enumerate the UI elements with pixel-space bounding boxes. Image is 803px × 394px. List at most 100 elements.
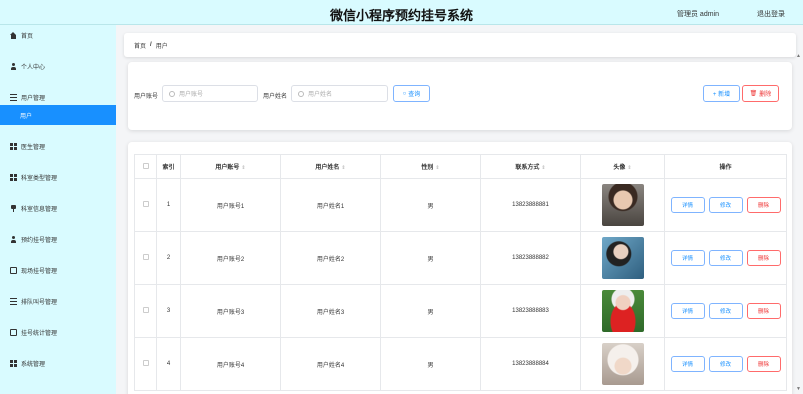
detail-button[interactable]: 详情: [670, 303, 705, 319]
scroll-up-arrow[interactable]: ▲: [796, 53, 801, 59]
box-icon: [10, 266, 17, 274]
sort-icon: ⇕: [341, 165, 346, 171]
avatar: [601, 343, 644, 385]
sidebar-item-home[interactable]: 首页: [0, 25, 116, 45]
scroll-down-arrow[interactable]: ▼: [796, 386, 801, 392]
row-phone: 13823888883: [480, 284, 581, 338]
col-account[interactable]: 用户账号 ⇕: [180, 154, 281, 179]
sidebar-item-statistics[interactable]: 挂号统计管理: [0, 322, 116, 342]
sidebar-item-onsite-registration[interactable]: 现场挂号管理: [0, 260, 116, 280]
table-panel: 索引 用户账号 ⇕ 用户姓名 ⇕ 性别 ⇕ 联系方式 ⇕ 头像 ⇕ 操作 1 用户账号1 …: [128, 142, 792, 394]
search-icon: [298, 90, 304, 97]
col-phone[interactable]: 联系方式 ⇕: [480, 154, 581, 179]
row-avatar-cell: [580, 284, 665, 338]
col-gender[interactable]: 性别 ⇕: [380, 154, 481, 179]
row-avatar-cell: [580, 337, 665, 391]
name-label: 用户姓名: [263, 94, 288, 100]
row-account: 用户账号3: [180, 284, 281, 338]
delete-button[interactable]: 删除: [746, 356, 781, 372]
delete-button[interactable]: 删除: [746, 303, 781, 319]
col-name[interactable]: 用户姓名 ⇕: [280, 154, 381, 179]
trash-icon: 🗑: [749, 91, 758, 97]
search-icon: ○: [402, 90, 407, 97]
row-account: 用户账号2: [180, 231, 281, 285]
sidebar-item-doctors[interactable]: 医生管理: [0, 136, 116, 156]
row-actions: 详情 修改 删除: [664, 178, 787, 232]
users-table: 索引 用户账号 ⇕ 用户姓名 ⇕ 性别 ⇕ 联系方式 ⇕ 头像 ⇕ 操作 1 用户账号1 …: [134, 154, 787, 391]
table-row: 3 用户账号3 用户姓名3 男 13823888883 详情 修改 删除: [134, 284, 787, 338]
row-name: 用户姓名1: [280, 178, 381, 232]
sidebar-item-label: 系统管理: [21, 361, 46, 368]
pin-icon: [10, 204, 17, 212]
row-gender: 男: [380, 337, 481, 391]
query-button[interactable]: ○ 查询: [393, 85, 430, 102]
sort-icon: ⇕: [435, 165, 440, 171]
grid-icon: [10, 359, 17, 367]
delete-button[interactable]: 删除: [746, 197, 781, 213]
table-row: 2 用户账号2 用户姓名2 男 13823888882 详情 修改 删除: [134, 231, 787, 285]
sidebar-item-users[interactable]: 用户: [0, 105, 116, 125]
row-checkbox[interactable]: [134, 231, 157, 285]
row-gender: 男: [380, 231, 481, 285]
name-search-input[interactable]: 用户姓名: [291, 85, 388, 102]
delete-button[interactable]: 删除: [746, 250, 781, 266]
sidebar-item-queue[interactable]: 排队叫号管理: [0, 291, 116, 311]
select-all-checkbox[interactable]: [134, 154, 157, 179]
breadcrumb-home[interactable]: 首页: [134, 41, 146, 50]
sidebar-item-label: 挂号统计管理: [21, 330, 58, 337]
row-account: 用户账号4: [180, 337, 281, 391]
account-search-input[interactable]: 用户账号: [162, 85, 258, 102]
batch-delete-button[interactable]: 🗑 删除: [742, 85, 779, 102]
row-checkbox[interactable]: [134, 337, 157, 391]
breadcrumb-current: 用户: [155, 43, 168, 50]
sidebar-item-profile[interactable]: 个人中心: [0, 56, 116, 76]
sidebar-item-user-management[interactable]: 用户管理: [0, 87, 116, 107]
home-icon: [10, 31, 17, 39]
current-user: 管理员 admin: [676, 11, 719, 18]
row-name: 用户姓名3: [280, 284, 381, 338]
sidebar: 首页 个人中心 用户管理 用户 医生管理 科室类型管理 科室信息管理 预约挂号管…: [0, 25, 116, 394]
sidebar-item-label: 用户管理: [21, 95, 46, 102]
col-avatar[interactable]: 头像 ⇕: [580, 154, 665, 179]
avatar: [601, 184, 644, 226]
breadcrumb-separator: /: [150, 42, 152, 48]
sidebar-item-label: 预约挂号管理: [21, 237, 58, 244]
sort-icon: ⇕: [627, 165, 632, 171]
sidebar-item-department-info[interactable]: 科室信息管理: [0, 198, 116, 218]
sidebar-item-label: 首页: [21, 33, 34, 40]
edit-button[interactable]: 修改: [708, 250, 743, 266]
sort-icon: ⇕: [241, 165, 246, 171]
edit-button[interactable]: 修改: [708, 303, 743, 319]
row-phone: 13823888882: [480, 231, 581, 285]
table-row: 4 用户账号4 用户姓名4 男 13823888884 详情 修改 删除: [134, 337, 787, 391]
sidebar-item-label: 科室类型管理: [21, 175, 58, 182]
sidebar-item-system[interactable]: 系统管理: [0, 353, 116, 373]
edit-button[interactable]: 修改: [708, 197, 743, 213]
row-avatar-cell: [580, 231, 665, 285]
row-index: 3: [156, 284, 181, 338]
row-checkbox[interactable]: [134, 178, 157, 232]
detail-button[interactable]: 详情: [670, 197, 705, 213]
row-gender: 男: [380, 284, 481, 338]
avatar: [601, 290, 644, 332]
detail-button[interactable]: 详情: [670, 356, 705, 372]
detail-button[interactable]: 详情: [670, 250, 705, 266]
row-actions: 详情 修改 删除: [664, 231, 787, 285]
edit-button[interactable]: 修改: [708, 356, 743, 372]
row-phone: 13823888884: [480, 337, 581, 391]
table-header-row: 索引 用户账号 ⇕ 用户姓名 ⇕ 性别 ⇕ 联系方式 ⇕ 头像 ⇕ 操作: [134, 154, 787, 179]
table-row: 1 用户账号1 用户姓名1 男 13823888881 详情 修改 删除: [134, 178, 787, 232]
sidebar-item-label: 排队叫号管理: [21, 299, 58, 306]
col-actions: 操作: [664, 154, 787, 179]
sidebar-item-appointments[interactable]: 预约挂号管理: [0, 229, 116, 249]
row-gender: 男: [380, 178, 481, 232]
grid-icon: [10, 142, 17, 150]
sidebar-item-department-types[interactable]: 科室类型管理: [0, 167, 116, 187]
row-checkbox[interactable]: [134, 284, 157, 338]
list-icon: [10, 93, 17, 101]
add-button[interactable]: + 新增: [703, 85, 740, 102]
breadcrumb: 首页 / 用户: [124, 33, 796, 57]
row-index: 1: [156, 178, 181, 232]
logout-link[interactable]: 退出登录: [757, 9, 785, 19]
sidebar-item-label: 用户: [20, 113, 33, 120]
